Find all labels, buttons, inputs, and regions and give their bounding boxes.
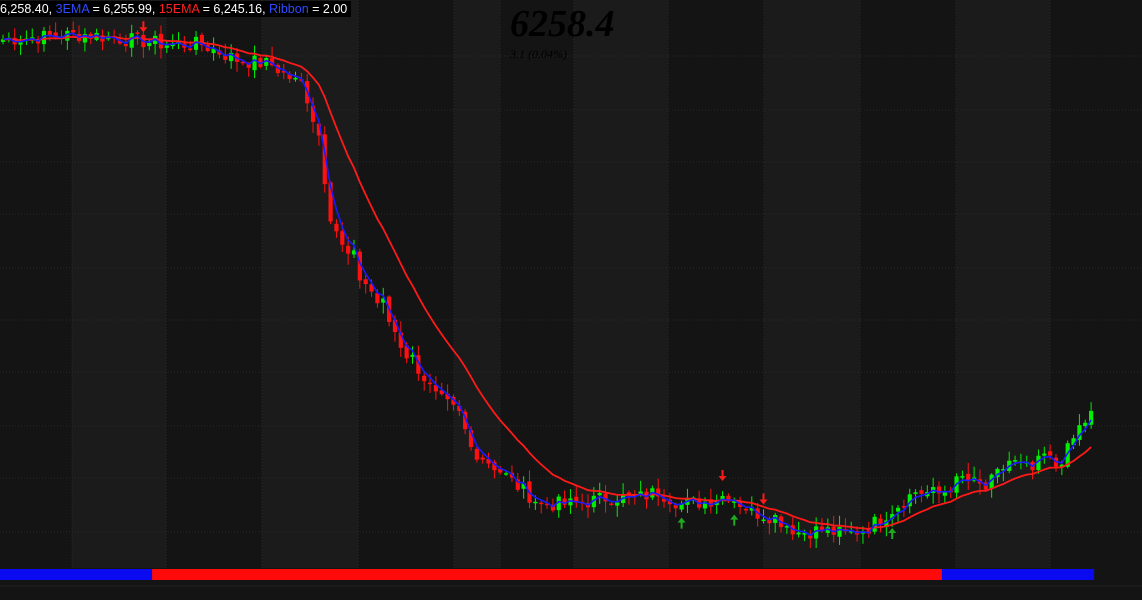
candle-body xyxy=(609,503,614,505)
grid-band xyxy=(72,0,166,568)
candle-body xyxy=(47,31,52,35)
candle-body xyxy=(615,502,620,506)
buy-arrow-icon xyxy=(888,528,897,540)
candle-body xyxy=(346,245,351,254)
candle-body xyxy=(188,48,193,50)
buy-arrow-icon xyxy=(677,517,686,529)
legend-ema15-label: 15EMA xyxy=(158,2,200,16)
candle-body xyxy=(1048,451,1053,456)
candle-body xyxy=(334,223,339,232)
candle-body xyxy=(919,490,924,494)
candle-body xyxy=(474,448,479,460)
candle-body xyxy=(960,476,965,478)
legend-ema3-label: 3EMA xyxy=(55,2,89,16)
candle-body xyxy=(913,492,918,494)
last-price: 6258.4 xyxy=(510,3,615,45)
candle-body xyxy=(1012,460,1018,462)
legend-ribbon-label: Ribbon xyxy=(269,2,309,16)
candle-body xyxy=(597,492,602,496)
candle-body xyxy=(375,293,380,304)
grid-band xyxy=(262,0,358,568)
candle-body xyxy=(422,375,427,382)
candle-body xyxy=(743,508,749,511)
price-chart[interactable] xyxy=(0,0,1142,600)
candle-body xyxy=(796,532,801,535)
candle-body xyxy=(293,77,298,80)
price-change: 3.1 (0.04%) xyxy=(510,47,567,61)
candle-body xyxy=(761,519,766,521)
candle-body xyxy=(895,507,901,512)
legend-ema15-value: = 6,245.16, xyxy=(199,2,266,16)
grid-band xyxy=(956,0,1050,568)
candle-body xyxy=(427,382,433,385)
candle-body xyxy=(340,231,345,245)
ribbon-segment xyxy=(0,569,159,580)
ribbon-segment xyxy=(152,569,948,580)
grid-band xyxy=(764,0,860,568)
legend-ribbon-value: = 2.00 xyxy=(308,2,348,16)
legend-ema3-value: = 6,255.99, xyxy=(88,2,156,16)
candle-body xyxy=(135,32,140,34)
grid-band xyxy=(574,0,668,568)
ribbon-bar xyxy=(0,569,1095,580)
candle-body xyxy=(252,55,257,71)
candle-body xyxy=(123,44,128,47)
candle-body xyxy=(147,42,152,46)
candle-body xyxy=(71,29,76,33)
ribbon-segment xyxy=(941,569,1095,580)
candle-body xyxy=(504,473,509,475)
candle-body xyxy=(539,502,544,505)
legend-close: 6,258.40, xyxy=(0,2,53,16)
candle-body xyxy=(533,501,538,504)
grid-lines xyxy=(0,0,1142,587)
candle-body xyxy=(480,457,485,460)
candle-body xyxy=(363,279,368,285)
sell-arrow-icon xyxy=(718,470,727,482)
grid-band xyxy=(454,0,500,568)
candle-body xyxy=(837,526,842,537)
chart-area[interactable]: 6,258.40, 3EMA = 6,255.99, 15EMA = 6,245… xyxy=(0,0,1142,600)
candle-body xyxy=(1042,453,1047,456)
buy-arrow-icon xyxy=(730,514,739,526)
indicator-legend: 6,258.40, 3EMA = 6,255.99, 15EMA = 6,245… xyxy=(0,1,352,17)
candle-body xyxy=(164,45,169,48)
